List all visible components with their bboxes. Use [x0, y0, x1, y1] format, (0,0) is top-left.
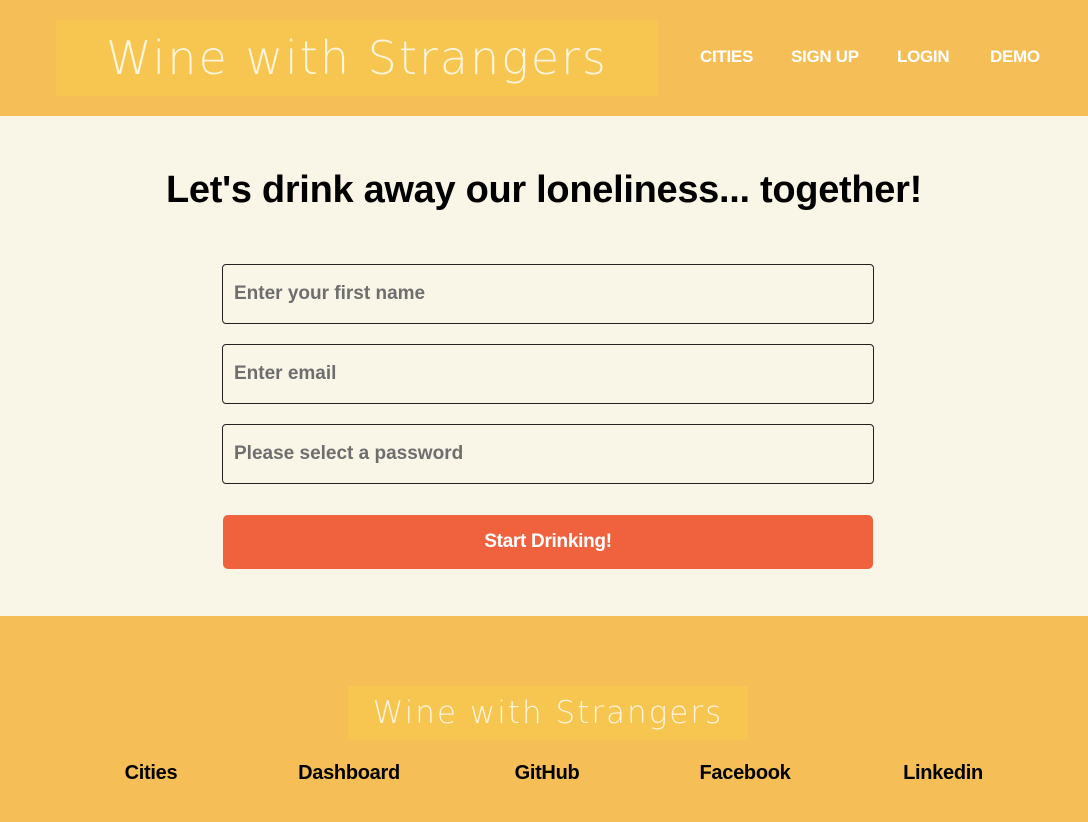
nav-link-demo[interactable]: DEMO [990, 47, 1040, 67]
page-headline: Let's drink away our loneliness... toget… [165, 169, 922, 211]
footer-links: Cities Dashboard GitHub Facebook Linkedi… [0, 762, 1088, 788]
email-input[interactable] [222, 344, 874, 404]
footer-link-linkedin[interactable]: Linkedin [843, 762, 1043, 785]
footer-link-cities[interactable]: Cities [51, 762, 251, 785]
site-header: Wine with Strangers CITIES SIGN UP LOGIN… [0, 0, 1088, 116]
footer-logo-text: Wine with Strangers [372, 694, 724, 731]
password-input[interactable] [222, 424, 874, 484]
start-drinking-button[interactable]: Start Drinking! [223, 515, 873, 569]
footer-link-github[interactable]: GitHub [447, 762, 647, 785]
footer-link-dashboard[interactable]: Dashboard [249, 762, 449, 785]
main-nav: CITIES SIGN UP LOGIN DEMO [690, 47, 1070, 71]
nav-link-login[interactable]: LOGIN [897, 47, 950, 67]
site-logo[interactable]: Wine with Strangers [56, 20, 658, 96]
nav-link-cities[interactable]: CITIES [700, 47, 753, 67]
first-name-input[interactable] [222, 264, 874, 324]
nav-link-sign-up[interactable]: SIGN UP [791, 47, 859, 67]
signup-section: Let's drink away our loneliness... toget… [0, 116, 1088, 616]
footer-link-facebook[interactable]: Facebook [645, 762, 845, 785]
site-footer: Wine with Strangers Cities Dashboard Git… [0, 616, 1088, 822]
footer-logo[interactable]: Wine with Strangers [348, 686, 748, 740]
site-logo-text: Wine with Strangers [106, 31, 608, 85]
